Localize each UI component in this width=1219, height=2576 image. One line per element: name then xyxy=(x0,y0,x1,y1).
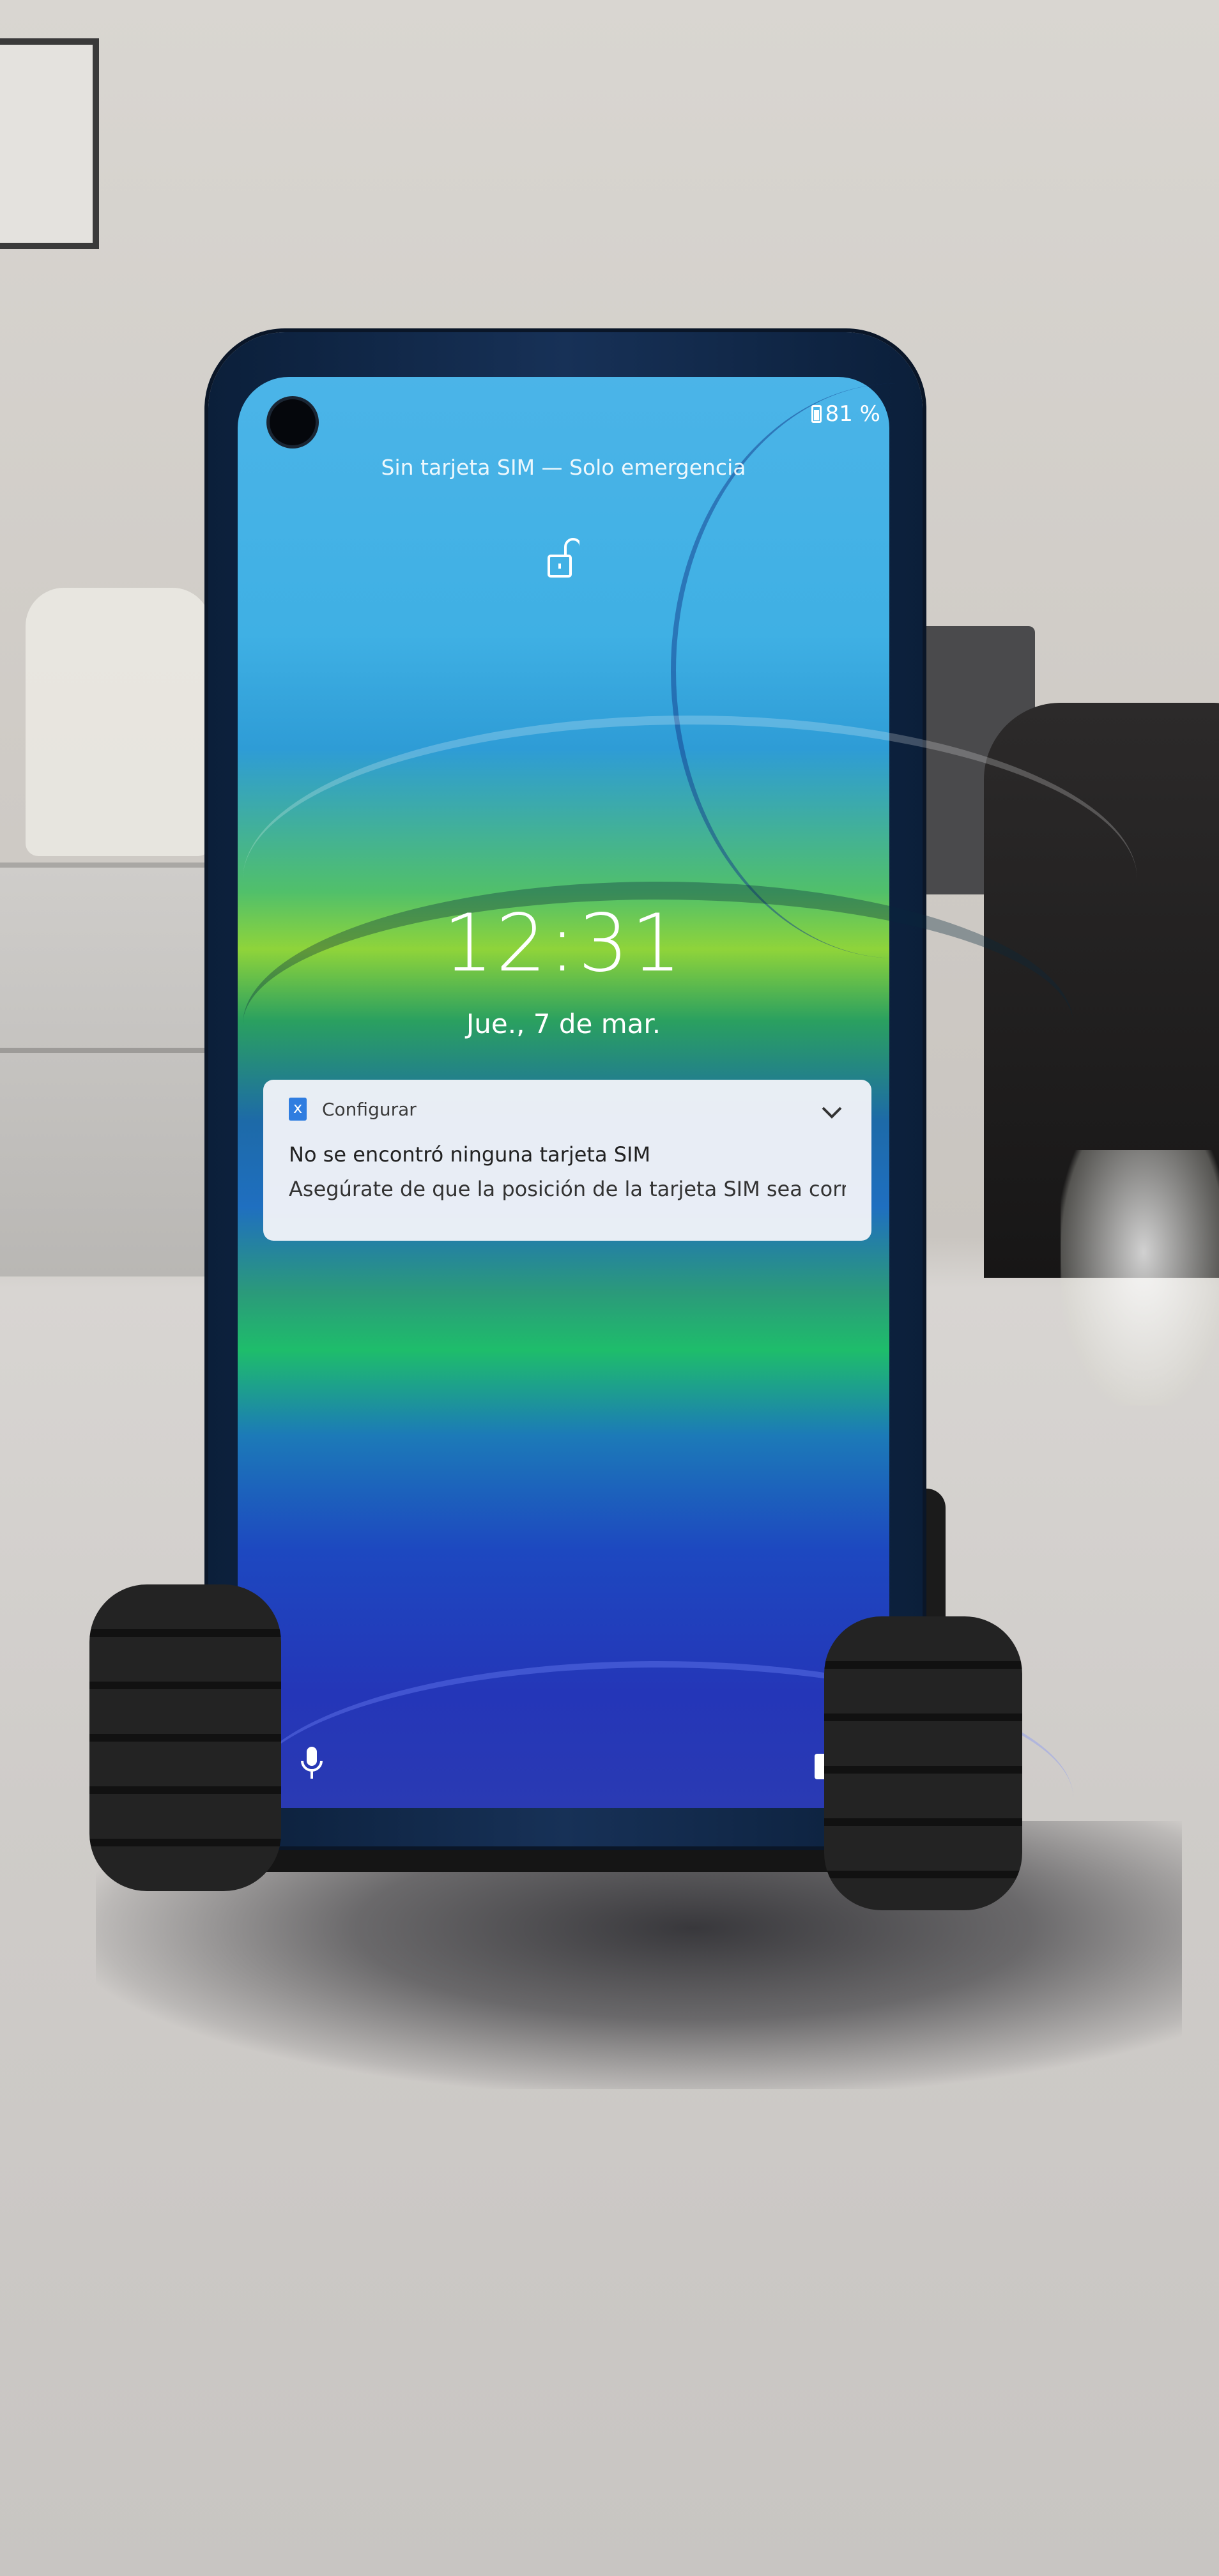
notification-app-name: Configurar xyxy=(322,1098,417,1120)
notification-title: No se encontró ninguna tarjeta SIM xyxy=(289,1142,651,1167)
notification-body: Asegúrate de que la posición de la tarje… xyxy=(289,1177,846,1201)
sim-card-icon xyxy=(289,1098,307,1121)
holder-clamp-left xyxy=(89,1584,281,1891)
chevron-down-icon[interactable] xyxy=(818,1099,846,1127)
photo-scene: 81 % Sin tarjeta SIM — Solo emergencia 1… xyxy=(0,0,1219,2576)
notification-card[interactable]: Configurar No se encontró ninguna tarjet… xyxy=(263,1080,871,1241)
battery-percent: 81 % xyxy=(825,401,880,427)
notification-header: Configurar xyxy=(289,1098,846,1121)
front-camera-punch-hole xyxy=(270,399,316,445)
cabinet-drawer-line xyxy=(0,1048,230,1053)
battery-icon xyxy=(811,405,822,423)
background-container xyxy=(26,588,211,856)
unlocked-padlock-icon[interactable] xyxy=(546,537,579,581)
wall-picture-frame xyxy=(0,38,99,249)
microphone-icon[interactable] xyxy=(299,1744,325,1782)
plastic-bag xyxy=(1061,1150,1219,1406)
status-bar: 81 % xyxy=(811,401,880,427)
background-cabinet xyxy=(0,862,230,1276)
holder-clamp-right xyxy=(824,1616,1022,1910)
lock-screen-date: Jue., 7 de mar. xyxy=(466,1008,661,1039)
carrier-status: Sin tarjeta SIM — Solo emergencia xyxy=(381,455,746,480)
lock-screen-clock: 12:31 xyxy=(443,898,684,990)
